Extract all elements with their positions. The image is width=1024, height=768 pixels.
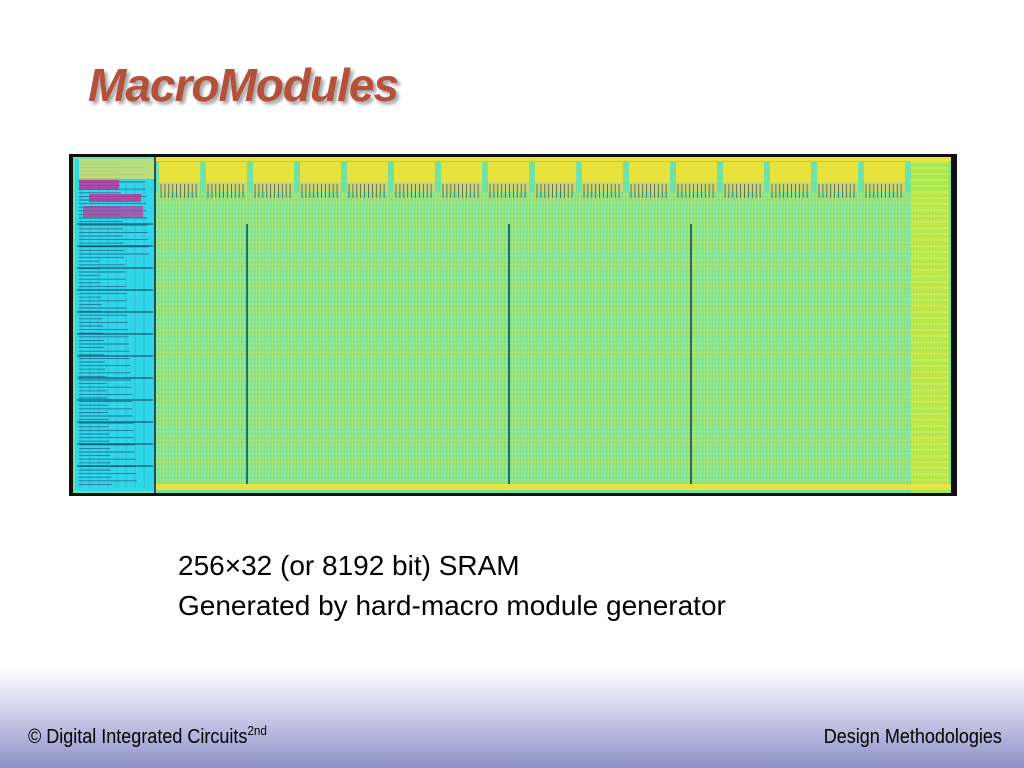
footer-edition-superscript: 2nd (247, 723, 267, 738)
footer-bar: © Digital Integrated Circuits2nd Design … (0, 668, 1024, 768)
sram-layout-image (69, 154, 957, 496)
caption-line-2: Generated by hard-macro module generator (178, 590, 726, 621)
footer-copyright: © Digital Integrated Circuits2nd (28, 723, 267, 749)
caption-line-1: 256×32 (or 8192 bit) SRAM (178, 550, 520, 581)
footer-section-title: Design Methodologies (823, 726, 1002, 748)
footer-copyright-text: © Digital Integrated Circuits (28, 726, 248, 748)
caption: 256×32 (or 8192 bit) SRAM Generated by h… (178, 546, 726, 626)
slide-title: MacroModules (88, 59, 399, 111)
